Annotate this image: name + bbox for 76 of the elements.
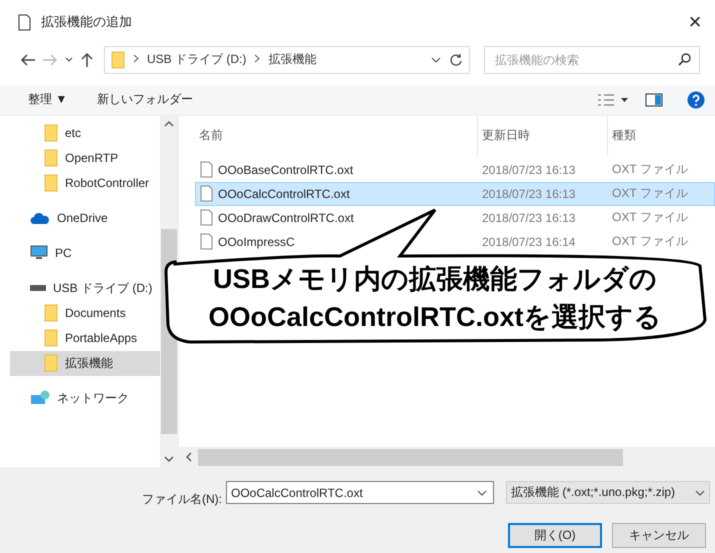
- file-name: OOoBaseControlRTC.oxt: [218, 162, 354, 177]
- file-name: OOoDrawControlRTC.oxt: [218, 210, 354, 225]
- folder-icon: [44, 304, 58, 322]
- column-header[interactable]: 更新日時: [477, 116, 607, 156]
- window-title: 拡張機能の追加: [41, 13, 133, 32]
- up-button[interactable]: [80, 52, 94, 68]
- modified-date: 2018/07/23 16:13: [481, 186, 576, 201]
- file-type: OXT ファイル: [611, 185, 689, 202]
- modified-date: 2018/07/23 16:13: [481, 210, 576, 225]
- drive-icon: [30, 284, 46, 292]
- sidebar-item[interactable]: Documents: [10, 300, 160, 326]
- dropdown-icon[interactable]: [477, 488, 487, 497]
- breadcrumb[interactable]: USB ドライブ (D:): [147, 51, 246, 68]
- file-row[interactable]: OOoImpressC 2018/07/23 16:14 OXT ファイル: [195, 230, 715, 254]
- modified-date: 2018/07/23 16:14: [481, 234, 576, 249]
- scroll-down-icon[interactable]: [164, 456, 174, 463]
- filename-field[interactable]: OOoCalcControlRTC.oxt: [226, 481, 494, 504]
- refresh-icon[interactable]: [449, 52, 463, 67]
- file-row[interactable]: OOoDrawControlRTC.oxt 2018/07/23 16:13 OXT ファイル: [195, 206, 715, 230]
- search-input[interactable]: 拡張機能の検索: [493, 52, 678, 68]
- folder-icon: [44, 174, 58, 192]
- preview-pane-icon[interactable]: [645, 92, 663, 107]
- horizontal-scrollbar[interactable]: [179, 447, 715, 468]
- sidebar-item[interactable]: OneDrive: [10, 206, 160, 231]
- dropdown-icon[interactable]: [431, 56, 441, 64]
- sidebar-item[interactable]: 拡張機能: [10, 350, 160, 376]
- sidebar-item[interactable]: PC: [10, 240, 160, 266]
- column-header[interactable]: 種類: [607, 116, 715, 156]
- monitor-icon: [30, 245, 48, 262]
- file-icon: [200, 209, 213, 226]
- file-row[interactable]: OOoCalcControlRTC.oxt 2018/07/23 16:13 OXT ファイル: [195, 182, 715, 206]
- close-button[interactable]: ×: [675, 2, 715, 42]
- filename-label: ファイル名(N):: [142, 490, 223, 508]
- file-type: OXT ファイル: [611, 161, 689, 178]
- cloud-icon: [30, 212, 50, 225]
- new-folder-button[interactable]: 新しいフォルダー: [97, 91, 194, 108]
- history-dropdown[interactable]: [64, 56, 74, 64]
- search-field[interactable]: 拡張機能の検索: [484, 46, 700, 74]
- sidebar-item[interactable]: PortableApps: [10, 326, 160, 351]
- scroll-left-icon[interactable]: [185, 452, 192, 462]
- sidebar-item[interactable]: ネットワーク: [10, 386, 160, 411]
- document-icon: [18, 14, 31, 31]
- scroll-up-icon[interactable]: [164, 120, 174, 127]
- file-type-select[interactable]: 拡張機能 (*.oxt;*.uno.pkg;*.zip): [506, 481, 710, 504]
- organize-menu[interactable]: 整理 ▼: [28, 91, 68, 108]
- file-type: OXT ファイル: [611, 209, 689, 226]
- folder-icon: [44, 354, 58, 372]
- folder-icon: [44, 124, 58, 142]
- callout-text: OOoCalcControlRTC.oxtを選択する: [208, 304, 662, 331]
- file-row[interactable]: OOoBaseControlRTC.oxt 2018/07/23 16:13 OXT ファイル: [195, 158, 715, 182]
- file-name: OOoCalcControlRTC.oxt: [218, 186, 350, 201]
- search-icon: [678, 53, 691, 66]
- help-icon[interactable]: [687, 90, 705, 109]
- address-bar[interactable]: USB ドライブ (D:) 拡張機能: [104, 46, 470, 74]
- sidebar-item[interactable]: USB ドライブ (D:): [10, 276, 160, 301]
- back-button[interactable]: [20, 52, 36, 67]
- callout-text: USBメモリ内の拡張機能フォルダの: [212, 266, 658, 293]
- folder-icon: [44, 329, 58, 348]
- folder-icon: [111, 50, 125, 69]
- column-header[interactable]: 名前: [195, 116, 477, 156]
- network-icon: [30, 390, 50, 406]
- sidebar-item[interactable]: etc: [10, 120, 160, 146]
- dropdown-icon[interactable]: [695, 488, 705, 497]
- cancel-button[interactable]: キャンセル: [612, 522, 706, 548]
- file-icon: [200, 233, 213, 250]
- view-options-icon[interactable]: [597, 92, 629, 107]
- sidebar-item[interactable]: OpenRTP: [10, 146, 160, 171]
- breadcrumb[interactable]: 拡張機能: [268, 51, 316, 68]
- file-name: OOoImpressC: [218, 234, 295, 249]
- file-icon: [200, 185, 213, 202]
- folder-icon: [44, 149, 58, 168]
- sidebar-item[interactable]: RobotController: [10, 170, 160, 196]
- modified-date: 2018/07/23 16:13: [481, 162, 576, 177]
- file-icon: [200, 161, 213, 178]
- open-button[interactable]: 開く(O): [508, 522, 602, 548]
- file-type: OXT ファイル: [611, 233, 689, 250]
